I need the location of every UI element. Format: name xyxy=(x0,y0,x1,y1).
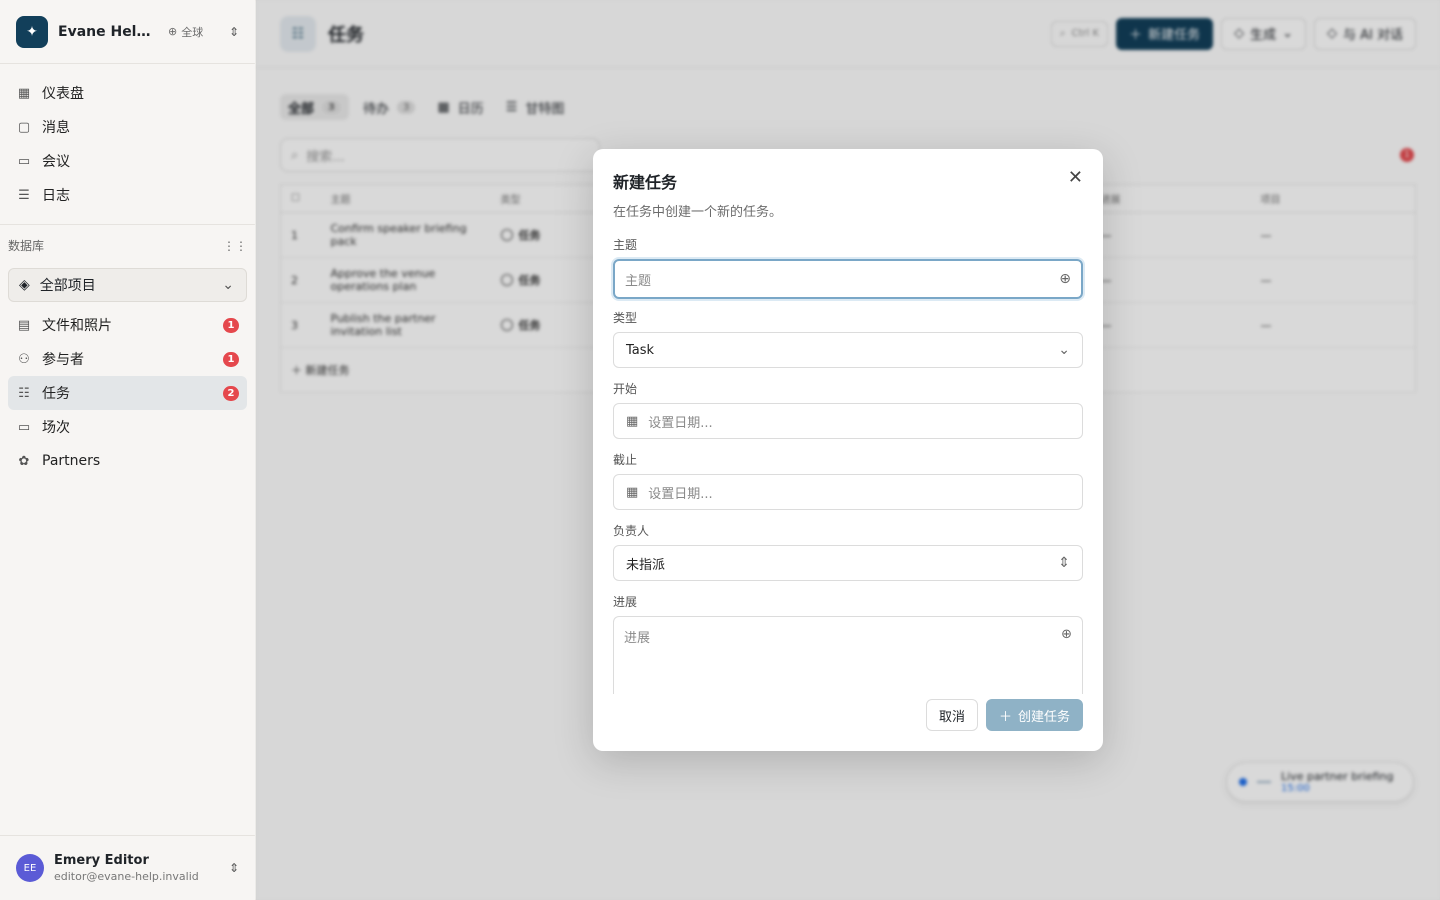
nav-item-logs[interactable]: ☰ 日志 xyxy=(8,178,247,212)
due-label: 截止 xyxy=(613,453,638,467)
count-badge: 2 xyxy=(223,385,239,401)
database-nav: ▤ 文件和照片 1 ⚇ 参与者 1 ☷ 任务 2 ▭ 场次 ✿ Partners xyxy=(0,308,255,478)
start-label: 开始 xyxy=(613,382,638,396)
count-badge: 1 xyxy=(223,351,239,367)
chevron-updown-icon[interactable]: ⇕ xyxy=(229,25,239,39)
users-icon: ⚇ xyxy=(18,351,30,367)
nav-item-meetings[interactable]: ▭ 会议 xyxy=(8,144,247,178)
assignee-select[interactable]: 未指派 ⇕ xyxy=(613,545,1083,581)
dialog-title: 新建任务 xyxy=(613,173,678,192)
due-date-picker[interactable]: ▦ 设置日期... xyxy=(613,474,1083,510)
sidebar-item-sessions[interactable]: ▭ 场次 xyxy=(8,410,247,444)
globe-icon: ⊕ xyxy=(168,25,178,38)
partners-icon: ✿ xyxy=(18,453,30,469)
message-icon: ▢ xyxy=(17,119,31,135)
calendar-icon: ▦ xyxy=(626,413,639,429)
project-selector[interactable]: ◈ 全部项目 ⌄ xyxy=(8,268,247,302)
database-section-header: 数据库 ⋮⋮ xyxy=(8,238,247,254)
create-task-button[interactable]: ＋ 创建任务 xyxy=(985,699,1083,731)
progress-textarea[interactable]: 进展 ⊕ xyxy=(613,616,1083,694)
subject-input[interactable]: 主题 ⊕ xyxy=(613,259,1083,299)
globe-icon[interactable]: ⊕ xyxy=(1061,627,1072,684)
drag-handle-icon[interactable]: ⋮⋮ xyxy=(223,239,247,253)
avatar: EE xyxy=(16,854,44,882)
chevron-down-icon: ⌄ xyxy=(222,277,234,293)
user-name: Emery Editor xyxy=(54,853,149,868)
type-select[interactable]: Task ⌄ xyxy=(613,332,1083,368)
dialog-footer: 取消 ＋ 创建任务 xyxy=(925,699,1083,731)
subject-label: 主题 xyxy=(613,238,638,252)
workspace-name: Evane Help ... xyxy=(58,23,152,40)
type-label: 类型 xyxy=(613,311,638,325)
presentation-icon: ▭ xyxy=(17,419,31,435)
progress-label: 进展 xyxy=(613,595,638,609)
nav-item-messages[interactable]: ▢ 消息 xyxy=(8,110,247,144)
primary-nav: ▦ 仪表盘 ▢ 消息 ▭ 会议 ☰ 日志 xyxy=(0,64,255,225)
sidebar: ✦ Evane Help ... ⊕ 全球 ⇕ ▦ 仪表盘 ▢ 消息 ▭ 会议 … xyxy=(0,0,256,900)
file-icon: ▤ xyxy=(17,317,31,333)
globe-icon[interactable]: ⊕ xyxy=(1059,271,1071,287)
user-info: Emery Editor editor@evane-help.invalid xyxy=(54,853,199,883)
sidebar-item-tasks[interactable]: ☷ 任务 2 xyxy=(8,376,247,410)
sidebar-item-files[interactable]: ▤ 文件和照片 1 xyxy=(8,308,247,342)
dashboard-icon: ▦ xyxy=(17,85,31,101)
assignee-label: 负责人 xyxy=(613,524,650,538)
video-icon: ▭ xyxy=(17,153,31,169)
log-icon: ☰ xyxy=(18,187,30,203)
workspace-logo: ✦ xyxy=(16,15,48,48)
workspace-scope[interactable]: ⊕ 全球 xyxy=(168,24,203,40)
user-menu[interactable]: EE Emery Editor editor@evane-help.invali… xyxy=(0,835,255,900)
dialog-description: 在任务中创建一个新的任务。 xyxy=(613,205,783,220)
sidebar-item-partners[interactable]: ✿ Partners xyxy=(8,444,247,478)
chevron-updown-icon: ⇕ xyxy=(1058,555,1070,571)
count-badge: 1 xyxy=(223,317,239,333)
workspace-switcher[interactable]: ✦ Evane Help ... ⊕ 全球 ⇕ xyxy=(0,0,255,64)
layers-icon: ◈ xyxy=(19,277,30,293)
cancel-button[interactable]: 取消 xyxy=(925,699,978,731)
start-date-picker[interactable]: ▦ 设置日期... xyxy=(613,403,1083,439)
checklist-icon: ☷ xyxy=(18,385,30,401)
chevron-updown-icon[interactable]: ⇕ xyxy=(229,861,239,875)
user-email: editor@evane-help.invalid xyxy=(54,870,199,883)
calendar-icon: ▦ xyxy=(626,484,639,500)
close-icon[interactable]: ✕ xyxy=(1068,167,1083,188)
sidebar-item-participants[interactable]: ⚇ 参与者 1 xyxy=(8,342,247,376)
chevron-down-icon: ⌄ xyxy=(1058,342,1070,358)
new-task-dialog: 新建任务 在任务中创建一个新的任务。 ✕ 主题 主题 ⊕ 类型 Task ⌄ 开… xyxy=(593,149,1103,751)
plus-icon: ＋ xyxy=(998,709,1012,725)
nav-item-dashboard[interactable]: ▦ 仪表盘 xyxy=(8,76,247,110)
